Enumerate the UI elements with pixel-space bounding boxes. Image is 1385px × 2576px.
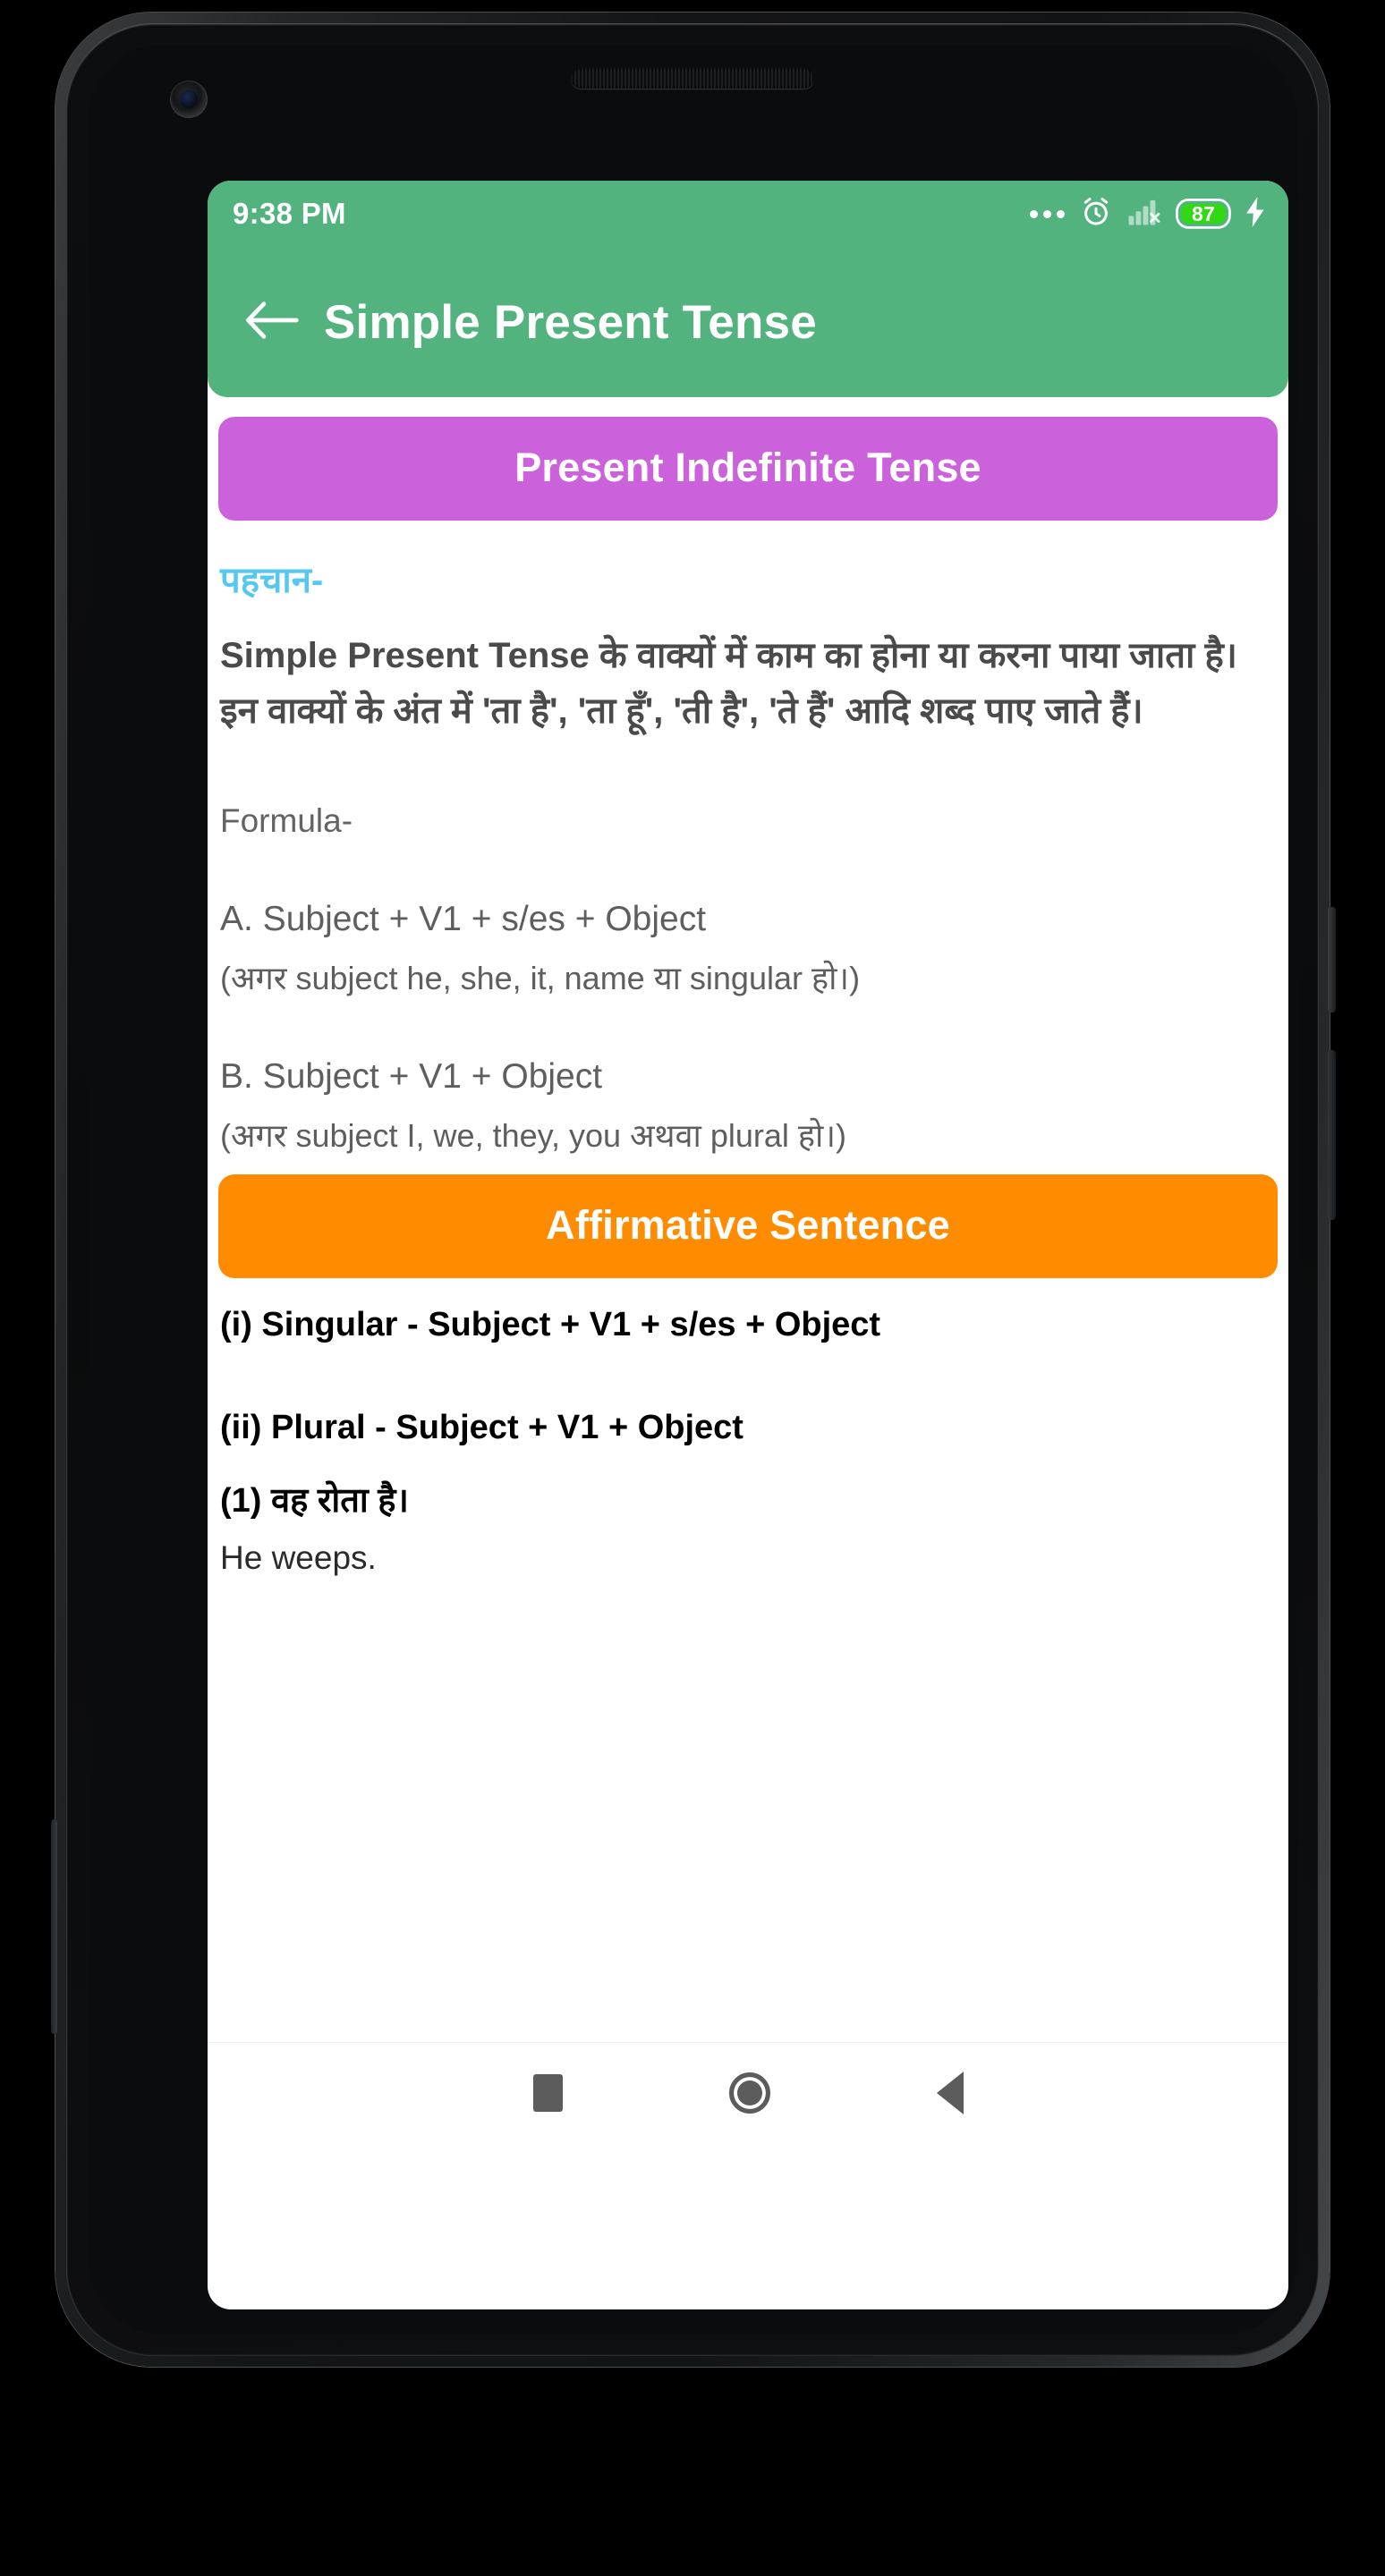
volume-button[interactable] — [1328, 1050, 1336, 1220]
status-bar: 9:38 PM 87 — [208, 181, 1288, 247]
formula-a-note: (अगर subject he, she, it, name या singul… — [220, 959, 861, 996]
formula-b-note: (अगर subject I, we, they, you अथवा plura… — [220, 1116, 846, 1154]
example-1-hindi: (1) वह रोता है। — [220, 1481, 409, 1520]
back-button-icon[interactable] — [936, 2072, 964, 2114]
phone-device: 9:38 PM 87 Simple Present Tense Present … — [51, 13, 1336, 2367]
content-area[interactable]: Present Indefinite Tense पहचान- Simple P… — [208, 397, 1288, 2143]
structure-singular: (i) Singular - Subject + V1 + s/es + Obj… — [220, 1305, 881, 1343]
sim-tray — [51, 1819, 57, 2034]
structure-plural: (ii) Plural - Subject + V1 + Object — [220, 1409, 743, 1447]
banner-present-indefinite-tense: Present Indefinite Tense — [218, 417, 1278, 521]
android-nav-bar — [208, 2042, 1288, 2143]
paragraph-identification: Simple Present Tense के वाक्यों में काम … — [220, 636, 1237, 732]
battery-percent-label: 87 — [1192, 201, 1215, 225]
example-1-english: He weeps. — [220, 1538, 377, 1576]
front-camera-icon — [170, 80, 208, 118]
back-arrow-button[interactable] — [234, 284, 310, 360]
lesson-body: पहचान- Simple Present Tense के वाक्यों म… — [208, 558, 1288, 1155]
affirmative-body: (i) Singular - Subject + V1 + s/es + Obj… — [208, 1305, 1288, 1578]
power-button[interactable] — [1328, 907, 1336, 1013]
status-icons: 87 — [1030, 195, 1265, 233]
alarm-clock-icon — [1079, 195, 1113, 233]
back-arrow-icon — [244, 298, 300, 347]
recents-button-icon[interactable] — [532, 2074, 563, 2112]
label-formula: Formula- — [220, 801, 353, 839]
home-button-icon[interactable] — [728, 2072, 770, 2114]
more-dots-icon — [1030, 209, 1065, 218]
page-title: Simple Present Tense — [324, 295, 817, 349]
app-bar: Simple Present Tense — [208, 247, 1288, 397]
charging-bolt-icon — [1245, 196, 1265, 232]
banner-affirmative-sentence: Affirmative Sentence — [218, 1174, 1278, 1278]
phone-screen: 9:38 PM 87 Simple Present Tense Present … — [208, 181, 1288, 2309]
formula-a-line: A. Subject + V1 + s/es + Object — [220, 899, 707, 938]
battery-icon: 87 — [1176, 199, 1231, 229]
status-clock: 9:38 PM — [233, 197, 346, 230]
earpiece-speaker-icon — [571, 68, 814, 89]
formula-b-line: B. Subject + V1 + Object — [220, 1056, 603, 1096]
signal-no-service-icon — [1127, 198, 1161, 231]
heading-identification: पहचान- — [220, 561, 324, 600]
